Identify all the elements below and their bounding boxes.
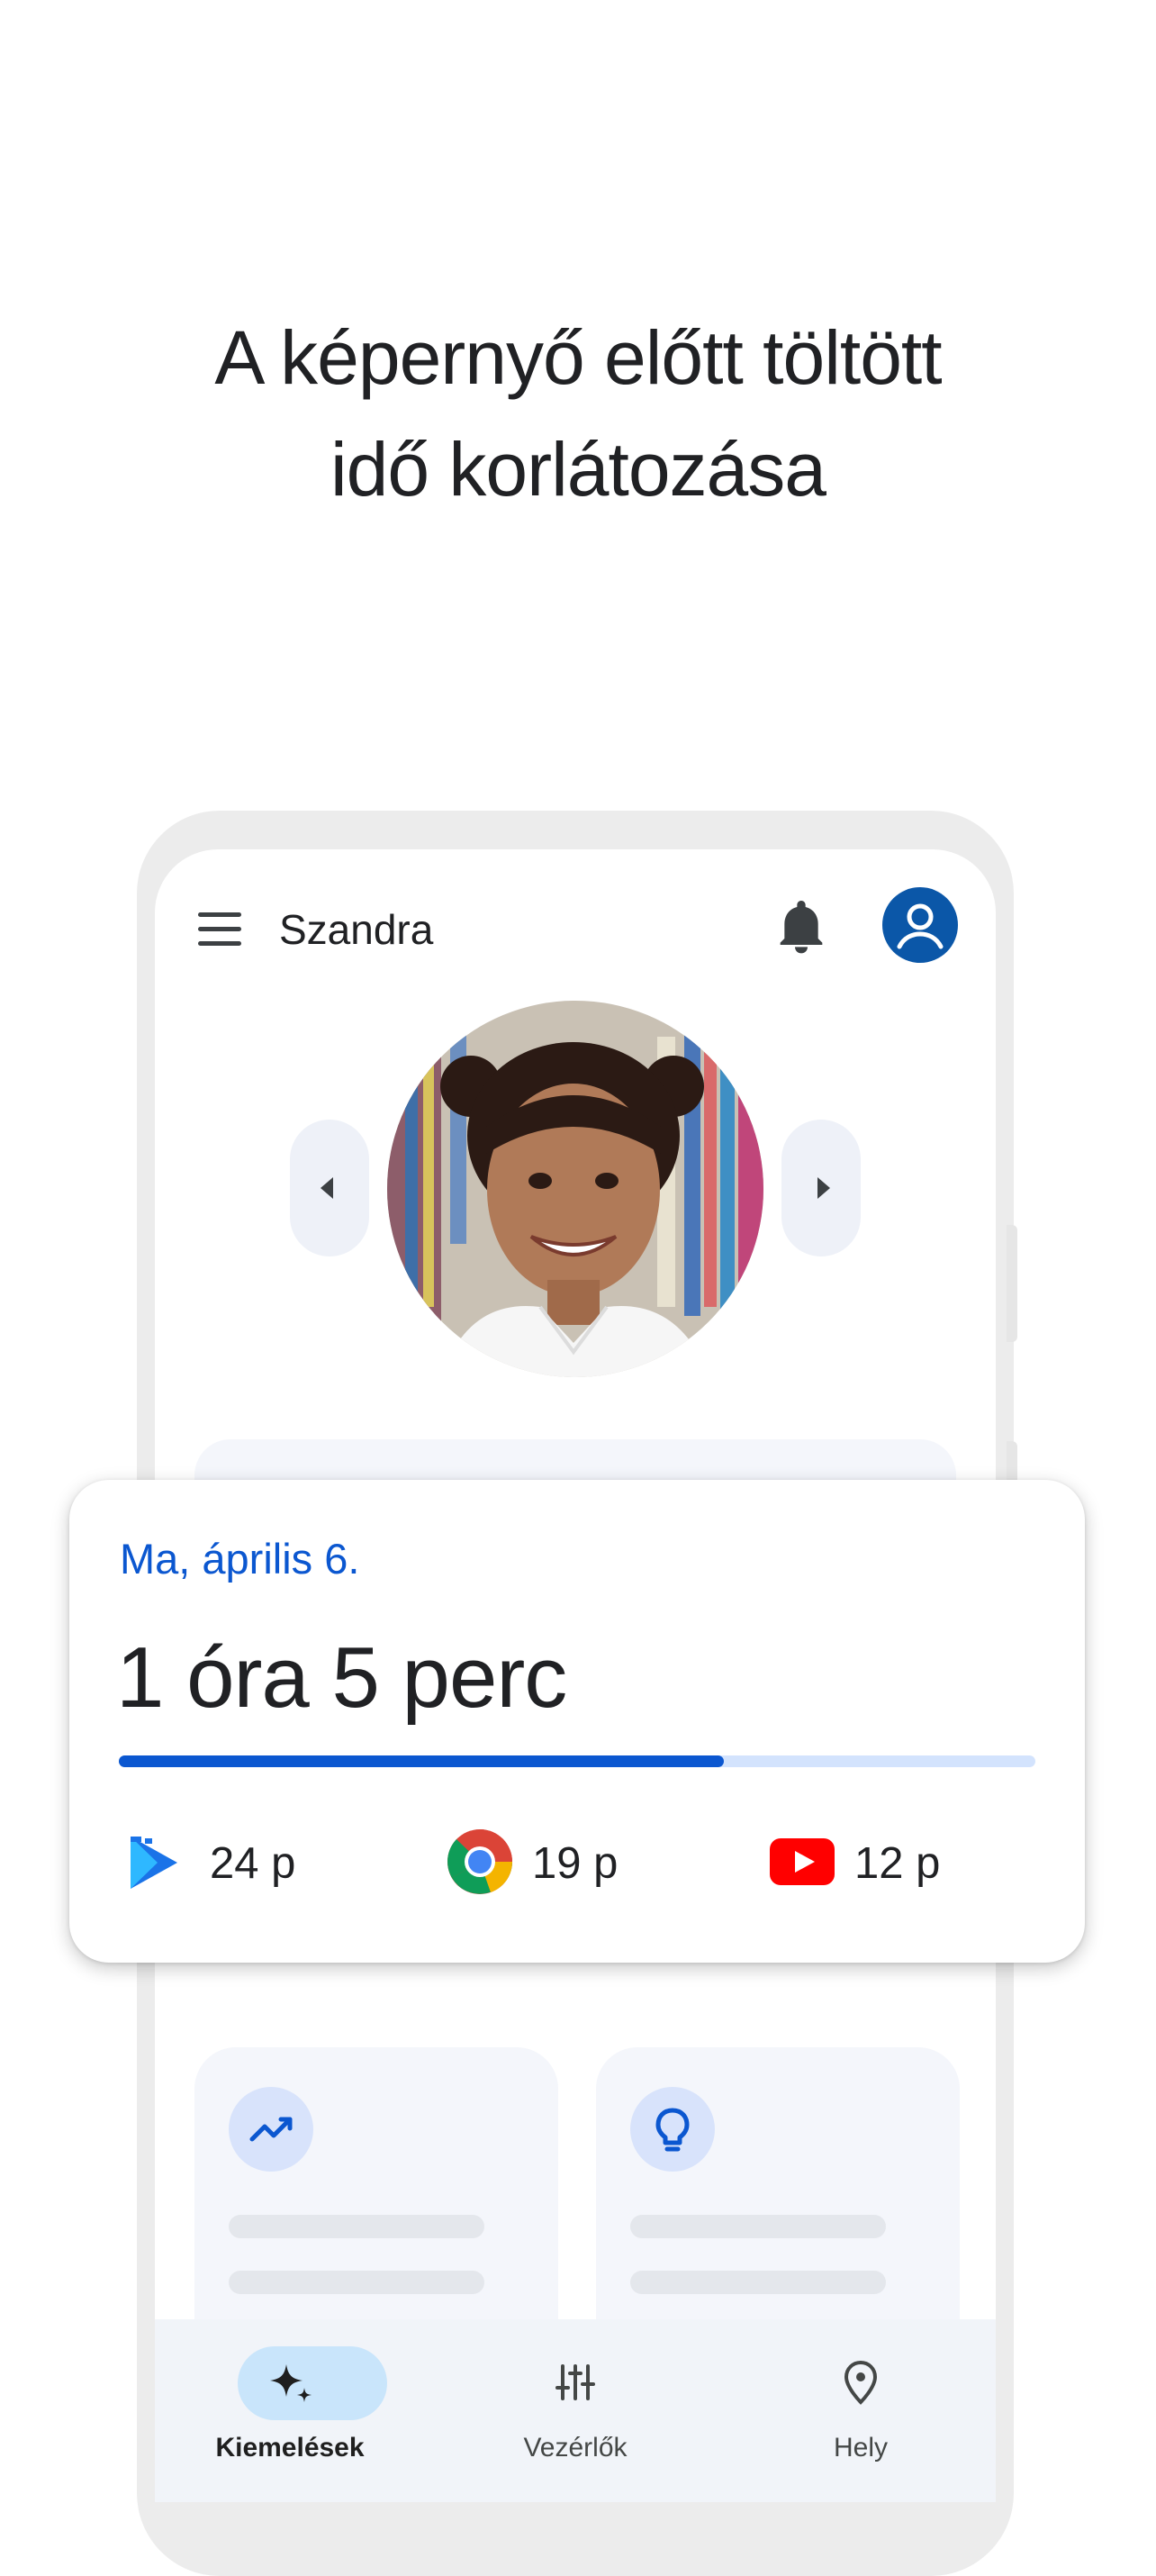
previous-child-button[interactable] bbox=[290, 1120, 369, 1256]
headline-line-2: idő korlátozása bbox=[330, 427, 826, 512]
nav-location[interactable]: Hely bbox=[726, 2319, 996, 2502]
arrow-left-icon bbox=[321, 1177, 333, 1199]
play-store-icon bbox=[131, 1837, 177, 1889]
bottom-navigation: Kiemelések Vezérlők Hely bbox=[155, 2319, 996, 2502]
placeholder-line bbox=[229, 2271, 484, 2294]
menu-icon[interactable] bbox=[198, 912, 241, 948]
youtube-usage-value: 12 p bbox=[854, 1839, 941, 1888]
screen-time-progress bbox=[119, 1755, 1035, 1767]
nav-controls[interactable]: Vezérlők bbox=[440, 2319, 710, 2502]
youtube-icon bbox=[770, 1838, 835, 1885]
trending-up-icon bbox=[249, 2117, 293, 2142]
sparkle-icon bbox=[270, 2364, 312, 2402]
play-usage-value: 24 p bbox=[210, 1839, 296, 1888]
arrow-right-icon bbox=[817, 1177, 830, 1199]
placeholder-line bbox=[229, 2215, 484, 2238]
location-pin-icon bbox=[844, 2360, 878, 2405]
nav-highlights-label: Kiemelések bbox=[215, 2433, 365, 2463]
placeholder-line bbox=[630, 2271, 886, 2294]
placeholder-line bbox=[630, 2215, 886, 2238]
nav-controls-label: Vezérlők bbox=[523, 2433, 628, 2463]
child-name-title: Szandra bbox=[279, 906, 434, 953]
account-icon bbox=[897, 903, 944, 949]
total-screen-time: 1 óra 5 perc bbox=[116, 1629, 567, 1726]
bell-icon[interactable] bbox=[776, 896, 826, 956]
summary-date: Ma, április 6. bbox=[120, 1535, 360, 1583]
nav-highlights[interactable]: Kiemelések bbox=[155, 2319, 425, 2502]
account-avatar[interactable] bbox=[882, 887, 958, 963]
screen-time-summary-card[interactable]: Ma, április 6. 1 óra 5 perc 24 p 19 p 12… bbox=[69, 1480, 1085, 1963]
chrome-icon bbox=[447, 1829, 513, 1894]
chrome-usage-value: 19 p bbox=[532, 1839, 619, 1888]
sliders-icon bbox=[555, 2364, 595, 2400]
nav-location-label: Hely bbox=[833, 2433, 888, 2463]
next-child-button[interactable] bbox=[781, 1120, 861, 1256]
trending-badge bbox=[229, 2087, 313, 2172]
phone-side-button bbox=[1007, 1225, 1017, 1342]
headline-line-1: A képernyő előtt töltött bbox=[214, 315, 942, 400]
screen-time-progress-fill bbox=[119, 1755, 724, 1767]
tips-badge bbox=[630, 2087, 715, 2172]
child-photo bbox=[387, 1001, 763, 1377]
headline: A képernyő előtt töltött idő korlátozása bbox=[0, 302, 1156, 525]
lightbulb-icon bbox=[655, 2108, 690, 2152]
